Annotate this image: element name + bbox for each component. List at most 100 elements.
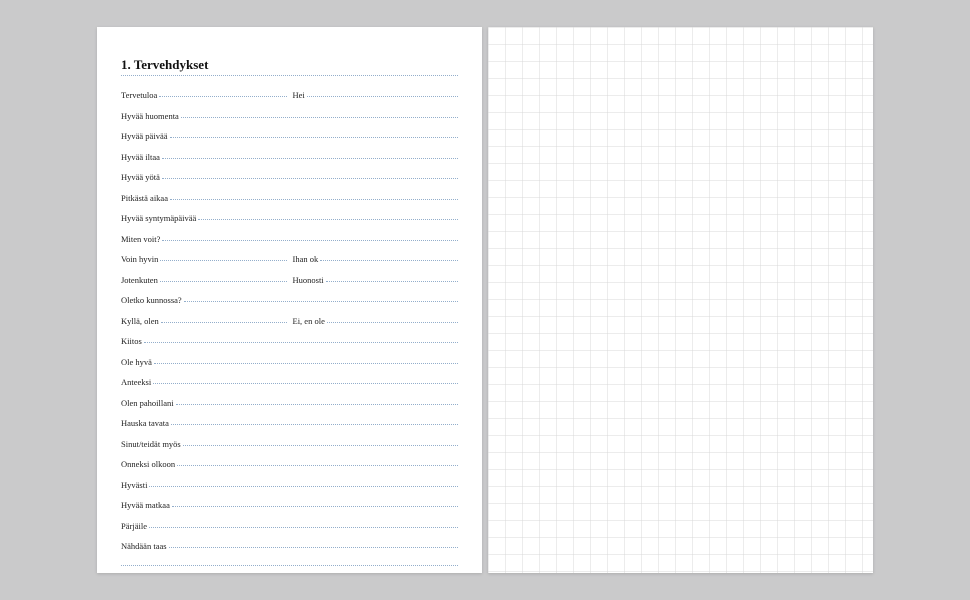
- vocab-cell: Sinut/teidät myös: [121, 439, 458, 449]
- vocab-row: Anteeksi: [121, 377, 458, 387]
- vocab-row: Hyvää syntymäpäivää: [121, 213, 458, 223]
- fill-line: [159, 96, 286, 97]
- page-title: 1. Tervehdykset: [121, 57, 458, 73]
- vocab-cell: Hyvää iltaa: [121, 152, 458, 162]
- fill-line: [144, 342, 458, 343]
- vocab-row: Nähdään taas: [121, 541, 458, 551]
- fill-line: [162, 158, 458, 159]
- vocab-label: Jotenkuten: [121, 275, 160, 285]
- vocab-row: Hyvää yötä: [121, 172, 458, 182]
- vocab-row: Olen pahoillani: [121, 398, 458, 408]
- vocab-row: Jotenkuten Huonosti: [121, 275, 458, 285]
- fill-line: [172, 506, 458, 507]
- vocab-label: Kyllä, olen: [121, 316, 161, 326]
- fill-line: [177, 465, 458, 466]
- vocab-row: Hyvää päivää: [121, 131, 458, 141]
- vocab-cell: Hei: [293, 90, 459, 100]
- vocab-label: Hyvää syntymäpäivää: [121, 213, 198, 223]
- vocab-row: Pitkästä aikaa: [121, 193, 458, 203]
- vocab-label: Voin hyvin: [121, 254, 160, 264]
- vocab-label: Sinut/teidät myös: [121, 439, 183, 449]
- vocab-cell: Huonosti: [293, 275, 459, 285]
- fill-line: [183, 445, 458, 446]
- vocab-label: Pärjäile: [121, 521, 149, 531]
- vocab-cell: Jotenkuten: [121, 275, 287, 285]
- vocab-cell: Ei, en ole: [293, 316, 459, 326]
- fill-line: [162, 178, 458, 179]
- fill-line: [161, 322, 287, 323]
- vocab-cell: Hyvästi: [121, 480, 458, 490]
- vocab-row: Hauska tavata: [121, 418, 458, 428]
- fill-line: [184, 301, 458, 302]
- vocab-label: Tervetuloa: [121, 90, 159, 100]
- vocab-row: Hyvää iltaa: [121, 152, 458, 162]
- vocab-row: Miten voit?: [121, 234, 458, 244]
- fill-line: [326, 281, 458, 282]
- fill-line: [162, 240, 458, 241]
- left-page: 1. Tervehdykset Tervetuloa Hei Hyvää huome…: [97, 27, 482, 573]
- vocab-label: Onneksi olkoon: [121, 459, 177, 469]
- fill-line: [181, 117, 458, 118]
- vocab-label: Hyvää matkaa: [121, 500, 172, 510]
- vocab-label: Hyvää yötä: [121, 172, 162, 182]
- fill-line: [160, 260, 286, 261]
- vocab-label: Hyvää päivää: [121, 131, 170, 141]
- vocab-label: Oletko kunnossa?: [121, 295, 184, 305]
- vocab-cell: Anteeksi: [121, 377, 458, 387]
- vocab-row: Hyvää matkaa: [121, 500, 458, 510]
- vocab-label: Anteeksi: [121, 377, 153, 387]
- vocab-row: Sinut/teidät myös: [121, 439, 458, 449]
- vocab-label: Pitkästä aikaa: [121, 193, 170, 203]
- vocab-cell: Onneksi olkoon: [121, 459, 458, 469]
- vocab-label: Hauska tavata: [121, 418, 171, 428]
- page-spread: 1. Tervehdykset Tervetuloa Hei Hyvää huome…: [97, 27, 873, 573]
- vocab-cell: Hyvää matkaa: [121, 500, 458, 510]
- vocab-row: Tervetuloa Hei: [121, 90, 458, 100]
- blank-line: [121, 565, 458, 566]
- vocab-label: Miten voit?: [121, 234, 162, 244]
- vocab-label: Ihan ok: [293, 254, 321, 264]
- fill-line: [153, 383, 458, 384]
- vocab-cell: Ole hyvä: [121, 357, 458, 367]
- vocab-label: Hyvää iltaa: [121, 152, 162, 162]
- fill-line: [171, 424, 458, 425]
- vocab-cell: Olen pahoillani: [121, 398, 458, 408]
- vocab-cell: Kiitos: [121, 336, 458, 346]
- vocab-label: Kiitos: [121, 336, 144, 346]
- fill-line: [170, 199, 458, 200]
- vocab-cell: Tervetuloa: [121, 90, 287, 100]
- vocab-row: Oletko kunnossa?: [121, 295, 458, 305]
- vocab-row: Kiitos: [121, 336, 458, 346]
- fill-line: [169, 547, 458, 548]
- fill-line: [154, 363, 458, 364]
- vocab-label: Hei: [293, 90, 307, 100]
- vocab-row: Pärjäile: [121, 521, 458, 531]
- vocab-row: Voin hyvin Ihan ok: [121, 254, 458, 264]
- vocab-label: Hyvästi: [121, 480, 149, 490]
- fill-line: [170, 137, 459, 138]
- vocab-cell: Ihan ok: [293, 254, 459, 264]
- vocab-cell: Hyvää yötä: [121, 172, 458, 182]
- vocab-cell: Hyvää huomenta: [121, 111, 458, 121]
- vocab-label: Nähdään taas: [121, 541, 169, 551]
- fill-line: [198, 219, 458, 220]
- vocab-cell: Hyvää päivää: [121, 131, 458, 141]
- vocab-cell: Hauska tavata: [121, 418, 458, 428]
- vocab-cell: Miten voit?: [121, 234, 458, 244]
- vocab-row: Ole hyvä: [121, 357, 458, 367]
- fill-line: [149, 527, 458, 528]
- vocab-row: Hyvää huomenta: [121, 111, 458, 121]
- vocab-label: Olen pahoillani: [121, 398, 176, 408]
- fill-line: [160, 281, 287, 282]
- vocab-label: Ei, en ole: [293, 316, 327, 326]
- title-underline: [121, 75, 458, 76]
- vocab-label: Ole hyvä: [121, 357, 154, 367]
- fill-line: [327, 322, 458, 323]
- vocab-cell: Pitkästä aikaa: [121, 193, 458, 203]
- vocab-cell: Kyllä, olen: [121, 316, 287, 326]
- rows-container: Tervetuloa Hei Hyvää huomenta Hyvää päivää H…: [121, 90, 458, 551]
- fill-line: [307, 96, 458, 97]
- fill-line: [320, 260, 458, 261]
- vocab-cell: Voin hyvin: [121, 254, 287, 264]
- fill-line: [176, 404, 458, 405]
